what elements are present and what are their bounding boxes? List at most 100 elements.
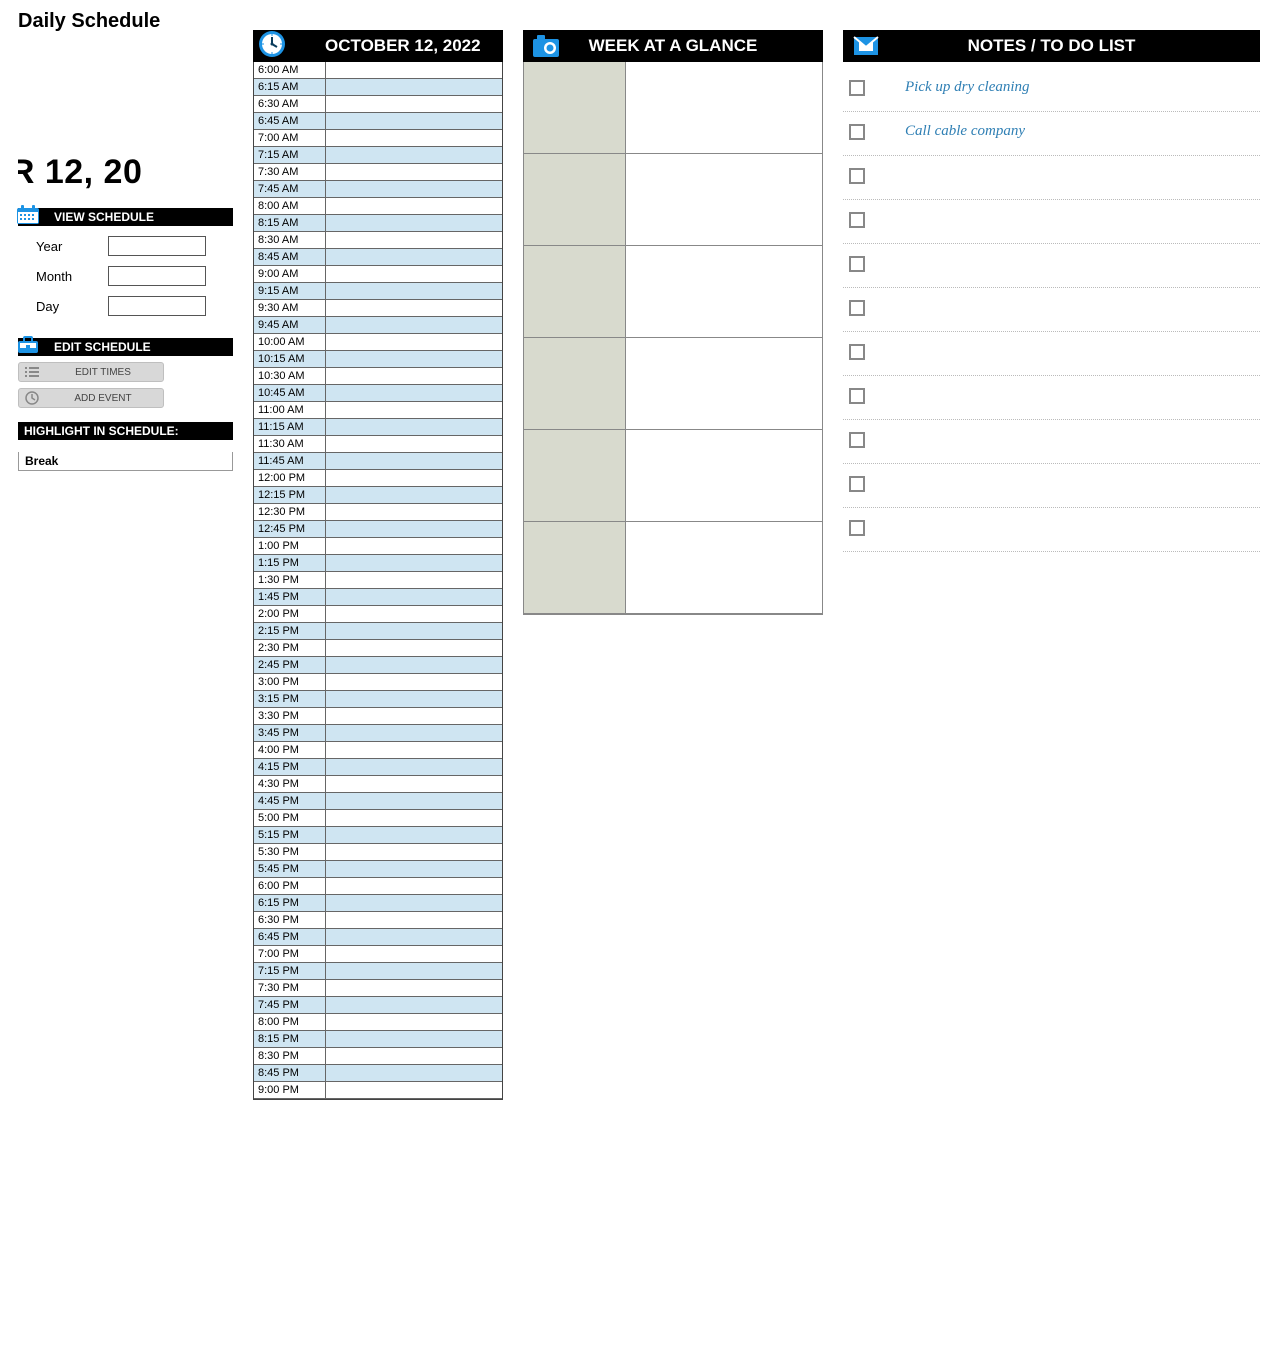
- schedule-row[interactable]: 11:45 AM: [254, 453, 502, 470]
- schedule-row[interactable]: 10:00 AM: [254, 334, 502, 351]
- schedule-row[interactable]: 4:00 PM: [254, 742, 502, 759]
- schedule-event-cell[interactable]: [326, 725, 502, 741]
- schedule-event-cell[interactable]: [326, 368, 502, 384]
- schedule-row[interactable]: 6:45 AM: [254, 113, 502, 130]
- week-body-cell[interactable]: [626, 246, 822, 337]
- schedule-row[interactable]: 12:00 PM: [254, 470, 502, 487]
- note-text[interactable]: Call cable company: [905, 123, 1025, 140]
- schedule-row[interactable]: 7:00 AM: [254, 130, 502, 147]
- schedule-row[interactable]: 8:00 PM: [254, 1014, 502, 1031]
- week-body-cell[interactable]: [626, 154, 822, 245]
- schedule-row[interactable]: 4:45 PM: [254, 793, 502, 810]
- add-event-button[interactable]: ADD EVENT: [18, 388, 164, 408]
- schedule-row[interactable]: 5:15 PM: [254, 827, 502, 844]
- schedule-event-cell[interactable]: [326, 997, 502, 1013]
- schedule-event-cell[interactable]: [326, 1048, 502, 1064]
- schedule-row[interactable]: 12:15 PM: [254, 487, 502, 504]
- schedule-event-cell[interactable]: [326, 215, 502, 231]
- schedule-event-cell[interactable]: [326, 504, 502, 520]
- schedule-event-cell[interactable]: [326, 878, 502, 894]
- schedule-row[interactable]: 7:15 PM: [254, 963, 502, 980]
- week-body-cell[interactable]: [626, 338, 822, 429]
- schedule-row[interactable]: 5:00 PM: [254, 810, 502, 827]
- schedule-event-cell[interactable]: [326, 181, 502, 197]
- schedule-row[interactable]: 6:00 PM: [254, 878, 502, 895]
- note-checkbox[interactable]: [849, 476, 865, 492]
- schedule-event-cell[interactable]: [326, 130, 502, 146]
- schedule-row[interactable]: 8:15 AM: [254, 215, 502, 232]
- schedule-row[interactable]: 1:30 PM: [254, 572, 502, 589]
- schedule-event-cell[interactable]: [326, 844, 502, 860]
- schedule-event-cell[interactable]: [326, 793, 502, 809]
- schedule-row[interactable]: 1:00 PM: [254, 538, 502, 555]
- schedule-event-cell[interactable]: [326, 334, 502, 350]
- month-input[interactable]: [108, 266, 206, 286]
- note-checkbox[interactable]: [849, 256, 865, 272]
- schedule-row[interactable]: 7:45 PM: [254, 997, 502, 1014]
- note-text[interactable]: Pick up dry cleaning: [905, 79, 1030, 96]
- schedule-row[interactable]: 8:15 PM: [254, 1031, 502, 1048]
- schedule-row[interactable]: 8:30 AM: [254, 232, 502, 249]
- schedule-row[interactable]: 11:15 AM: [254, 419, 502, 436]
- schedule-row[interactable]: 6:00 AM: [254, 62, 502, 79]
- schedule-event-cell[interactable]: [326, 96, 502, 112]
- schedule-row[interactable]: 5:30 PM: [254, 844, 502, 861]
- schedule-event-cell[interactable]: [326, 861, 502, 877]
- schedule-row[interactable]: 10:15 AM: [254, 351, 502, 368]
- week-row[interactable]: [524, 522, 822, 614]
- schedule-row[interactable]: 8:30 PM: [254, 1048, 502, 1065]
- schedule-row[interactable]: 1:15 PM: [254, 555, 502, 572]
- schedule-event-cell[interactable]: [326, 283, 502, 299]
- schedule-row[interactable]: 6:45 PM: [254, 929, 502, 946]
- schedule-event-cell[interactable]: [326, 402, 502, 418]
- schedule-event-cell[interactable]: [326, 980, 502, 996]
- schedule-row[interactable]: 2:00 PM: [254, 606, 502, 623]
- week-body-cell[interactable]: [626, 62, 822, 153]
- schedule-row[interactable]: 7:00 PM: [254, 946, 502, 963]
- week-row[interactable]: [524, 154, 822, 246]
- schedule-row[interactable]: 6:30 AM: [254, 96, 502, 113]
- schedule-row[interactable]: 3:45 PM: [254, 725, 502, 742]
- schedule-row[interactable]: 3:15 PM: [254, 691, 502, 708]
- schedule-event-cell[interactable]: [326, 198, 502, 214]
- schedule-event-cell[interactable]: [326, 266, 502, 282]
- schedule-event-cell[interactable]: [326, 810, 502, 826]
- schedule-row[interactable]: 8:45 PM: [254, 1065, 502, 1082]
- schedule-event-cell[interactable]: [326, 1082, 502, 1098]
- schedule-row[interactable]: 6:15 PM: [254, 895, 502, 912]
- highlight-value[interactable]: Break: [18, 452, 233, 471]
- schedule-event-cell[interactable]: [326, 232, 502, 248]
- schedule-event-cell[interactable]: [326, 385, 502, 401]
- schedule-event-cell[interactable]: [326, 912, 502, 928]
- schedule-row[interactable]: 11:00 AM: [254, 402, 502, 419]
- schedule-event-cell[interactable]: [326, 436, 502, 452]
- note-checkbox[interactable]: [849, 168, 865, 184]
- schedule-row[interactable]: 4:15 PM: [254, 759, 502, 776]
- schedule-row[interactable]: 5:45 PM: [254, 861, 502, 878]
- note-checkbox[interactable]: [849, 520, 865, 536]
- schedule-row[interactable]: 7:45 AM: [254, 181, 502, 198]
- week-row[interactable]: [524, 62, 822, 154]
- note-checkbox[interactable]: [849, 344, 865, 360]
- schedule-event-cell[interactable]: [326, 470, 502, 486]
- schedule-event-cell[interactable]: [326, 674, 502, 690]
- schedule-event-cell[interactable]: [326, 453, 502, 469]
- schedule-event-cell[interactable]: [326, 929, 502, 945]
- schedule-event-cell[interactable]: [326, 963, 502, 979]
- schedule-row[interactable]: 3:30 PM: [254, 708, 502, 725]
- schedule-event-cell[interactable]: [326, 776, 502, 792]
- schedule-row[interactable]: 9:00 PM: [254, 1082, 502, 1099]
- schedule-row[interactable]: 12:45 PM: [254, 521, 502, 538]
- schedule-event-cell[interactable]: [326, 691, 502, 707]
- schedule-row[interactable]: 8:45 AM: [254, 249, 502, 266]
- schedule-event-cell[interactable]: [326, 249, 502, 265]
- schedule-row[interactable]: 9:30 AM: [254, 300, 502, 317]
- schedule-row[interactable]: 6:15 AM: [254, 79, 502, 96]
- year-input[interactable]: [108, 236, 206, 256]
- schedule-event-cell[interactable]: [326, 623, 502, 639]
- schedule-event-cell[interactable]: [326, 317, 502, 333]
- schedule-row[interactable]: 3:00 PM: [254, 674, 502, 691]
- schedule-row[interactable]: 2:15 PM: [254, 623, 502, 640]
- schedule-event-cell[interactable]: [326, 1065, 502, 1081]
- schedule-row[interactable]: 4:30 PM: [254, 776, 502, 793]
